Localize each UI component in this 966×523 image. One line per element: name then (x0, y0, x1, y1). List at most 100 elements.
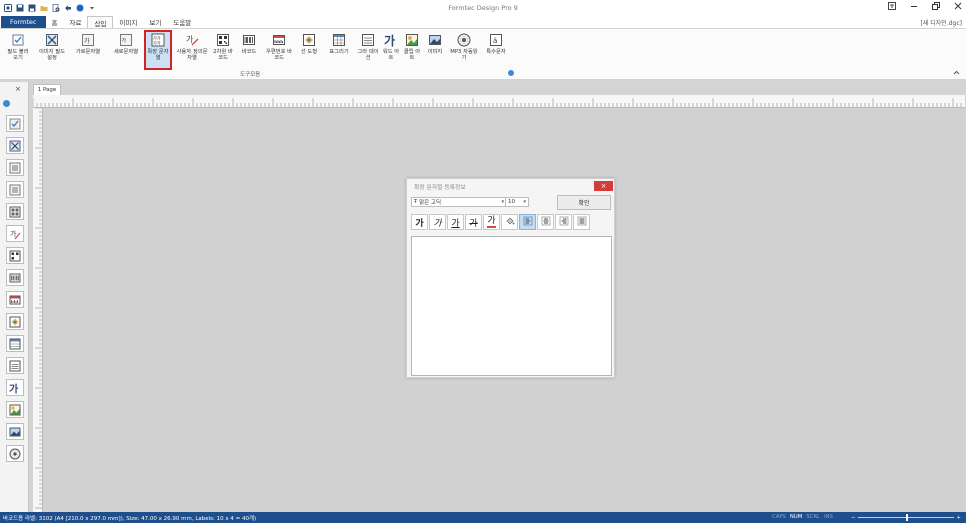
dialog-close-button[interactable]: × (594, 181, 613, 191)
window-controls (888, 2, 962, 12)
align-left-button[interactable] (519, 214, 536, 230)
tab-formtec[interactable]: Formtec (1, 16, 46, 28)
tab-help[interactable]: 도움말 (167, 16, 197, 28)
font-family-select[interactable]: Ŧ 맑은 고딕 ▾ (411, 197, 507, 207)
fill-color-button[interactable] (501, 214, 518, 230)
horizontal-text-icon[interactable] (6, 159, 24, 176)
image-field-icon (45, 32, 60, 47)
font-color-button[interactable]: 가 (483, 214, 500, 230)
panel-help-icon[interactable] (3, 100, 10, 107)
barcode-icon[interactable] (6, 269, 24, 286)
save-as-icon[interactable] (27, 3, 36, 12)
tab-view[interactable]: 보기 (143, 16, 167, 28)
text-content-area[interactable] (411, 236, 612, 376)
svg-text:가: 가 (10, 229, 17, 238)
custom-text-button[interactable]: 가 사용자 정의문자열 (175, 32, 209, 70)
font-size-value: 10 (508, 199, 515, 205)
table-button[interactable]: 표그리기 (325, 32, 353, 70)
shape-button[interactable]: 선 도형 (298, 32, 320, 70)
dialog-title: 확장 문자열 등록정보 (414, 185, 466, 191)
font-type-icon: Ŧ (414, 199, 418, 205)
extended-text-button[interactable]: 가가 가가 확장 문자열 (144, 30, 172, 70)
horizontal-text-button[interactable]: 가 가로문자열 (70, 32, 106, 70)
qat-dropdown-icon[interactable] (87, 3, 96, 12)
page-tab[interactable]: 1 Page (33, 84, 61, 95)
mp3-button[interactable]: MP3 자동읽기 (450, 32, 478, 70)
table-icon[interactable] (6, 335, 24, 352)
ribbon-help-icon[interactable] (508, 70, 514, 76)
shape-icon[interactable] (6, 313, 24, 330)
special-char-button[interactable]: ä 특수문자 (482, 32, 510, 70)
image-icon[interactable] (6, 423, 24, 440)
status-bar: 바코드용 라벨: 3102 (A4 [210.0 x 297.0 mm]), S… (0, 512, 966, 523)
barcode-label: 바코드 (241, 49, 257, 55)
image-button[interactable]: 이미지 (425, 32, 445, 70)
gradient-icon[interactable] (6, 357, 24, 374)
undo-icon[interactable] (63, 3, 72, 12)
scrl-indicator: SCRL (806, 514, 821, 520)
mp3-icon (457, 32, 472, 47)
image-label: 이미지 (427, 49, 443, 55)
strikethrough-button[interactable]: 가 (465, 214, 482, 230)
save-icon[interactable] (15, 3, 24, 12)
postal-barcode-button[interactable]: 우편번호 바코드 (264, 32, 294, 70)
bold-button[interactable]: 가 (411, 214, 428, 230)
vertical-text-icon: 가 (119, 32, 134, 47)
postal-barcode-label: 우편번호 바코드 (265, 49, 293, 62)
italic-button[interactable]: 가 (429, 214, 446, 230)
restore-icon[interactable] (932, 2, 940, 12)
font-color-glyph: 가 (487, 215, 496, 228)
word-art-button[interactable]: 가 워드 아트 (382, 32, 400, 70)
image-field-icon[interactable] (6, 137, 24, 154)
zoom-slider[interactable] (857, 514, 955, 521)
special-char-label: 특수문자 (486, 49, 506, 55)
theme-icon[interactable] (75, 3, 84, 12)
open-folder-icon[interactable] (39, 3, 48, 12)
minimize-icon[interactable] (910, 2, 918, 12)
gradient-button[interactable]: 그라 데이션 (357, 32, 379, 70)
clip-art-label: 클립 아트 (403, 49, 421, 62)
image-field-button[interactable]: 이미지 필드 설정 (37, 32, 67, 70)
underline-button[interactable]: 가 (447, 214, 464, 230)
custom-text-label: 사용자 정의문자열 (176, 49, 208, 62)
bold-glyph: 가 (415, 218, 424, 229)
title-bar: Formtec Design Pro 9 (0, 0, 966, 15)
extended-text-icon[interactable] (6, 203, 24, 220)
ok-button[interactable]: 확인 (557, 195, 611, 210)
special-char-icon: ä (489, 32, 504, 47)
postal-barcode-icon (272, 32, 287, 47)
qr-code-button[interactable]: 2차원 바코드 (212, 32, 234, 70)
tab-insert[interactable]: 삽입 (87, 16, 114, 28)
svg-text:가: 가 (384, 33, 395, 47)
vertical-text-icon[interactable] (6, 181, 24, 198)
clip-art-icon[interactable] (6, 401, 24, 418)
font-size-select[interactable]: 10 ▾ (505, 197, 529, 207)
tab-image[interactable]: 이미지 (113, 16, 143, 28)
print-preview-icon[interactable] (51, 3, 60, 12)
align-justify-button[interactable] (573, 214, 590, 230)
help-window-icon[interactable] (888, 2, 896, 12)
field-load-label: 필드 불러오기 (7, 49, 29, 62)
postal-barcode-icon[interactable] (6, 291, 24, 308)
barcode-button[interactable]: 바코드 (238, 32, 260, 70)
mp3-icon[interactable] (6, 445, 24, 462)
field-load-button[interactable]: 필드 불러오기 (6, 32, 30, 70)
tab-home[interactable]: 홈 (46, 16, 64, 28)
zoom-slider-thumb[interactable] (906, 514, 908, 521)
clip-art-button[interactable]: 클립 아트 (403, 32, 421, 70)
extended-text-properties-dialog: 확장 문자열 등록정보 × Ŧ 맑은 고딕 ▾ 10 ▾ 확인 가 가 가 가 … (406, 178, 615, 378)
menu-tabs: Formtec 홈 자료 삽입 이미지 보기 도움말 [새 디자인.dgc] (0, 15, 966, 28)
align-center-button[interactable] (537, 214, 554, 230)
collapse-ribbon-icon[interactable] (953, 69, 960, 77)
zoom-in-button[interactable]: + (956, 515, 961, 521)
word-art-icon[interactable]: 가 (6, 379, 24, 396)
panel-close-icon[interactable]: × (15, 85, 21, 93)
vertical-text-button[interactable]: 가 세로문자열 (109, 32, 143, 70)
custom-text-icon[interactable]: 가 (6, 225, 24, 242)
zoom-out-button[interactable]: − (851, 515, 856, 521)
tab-data[interactable]: 자료 (63, 16, 87, 28)
qr-code-icon[interactable] (6, 247, 24, 264)
align-right-button[interactable] (555, 214, 572, 230)
close-window-icon[interactable] (954, 2, 962, 12)
check-icon[interactable] (6, 115, 24, 132)
